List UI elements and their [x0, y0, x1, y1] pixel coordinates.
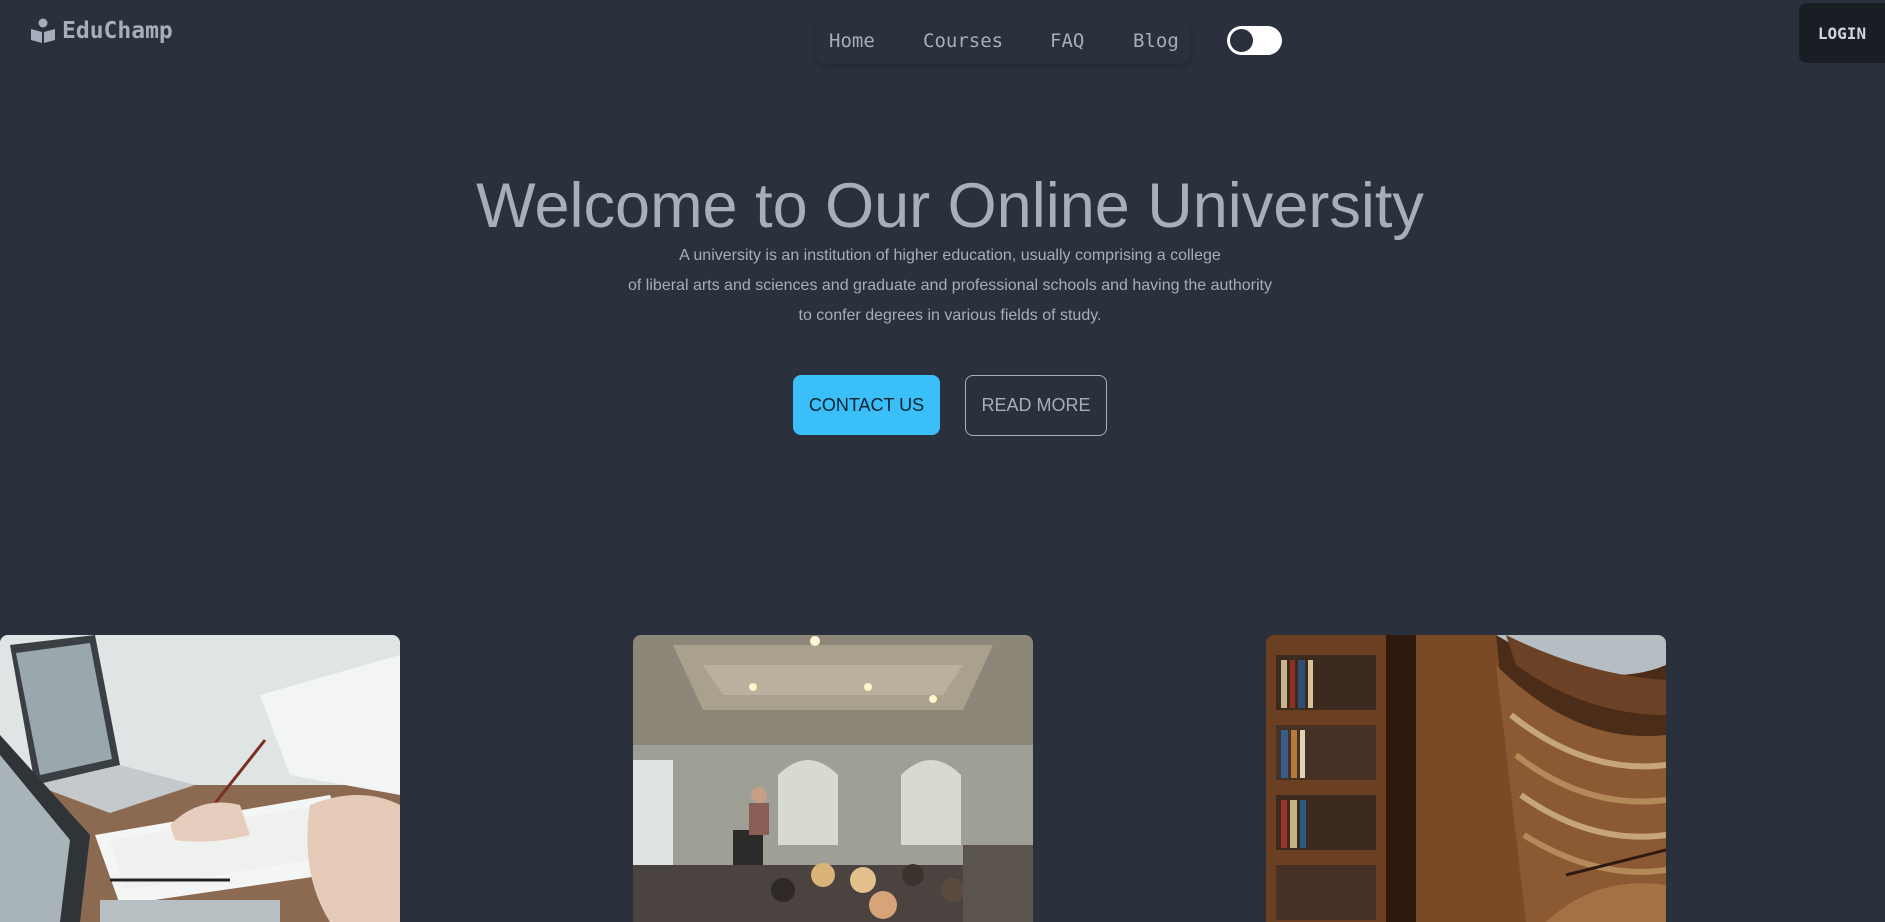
nav-home[interactable]: Home — [829, 28, 875, 54]
classroom-lecture-photo — [633, 635, 1033, 922]
nav-faq[interactable]: FAQ — [1050, 28, 1084, 54]
hero-description: A university is an institution of higher… — [0, 241, 1885, 331]
theme-toggle[interactable] — [1227, 26, 1282, 55]
toggle-knob — [1230, 29, 1253, 52]
read-more-button[interactable]: READ MORE — [965, 375, 1107, 436]
main-nav: Home Courses FAQ Blog — [816, 20, 1190, 64]
hero-title: Welcome to Our Online University — [476, 171, 1424, 241]
hero-description-line: A university is an institution of higher… — [679, 247, 1221, 264]
book-reader-icon — [31, 18, 55, 43]
laptop-and-paperwork-photo — [0, 635, 400, 922]
top-navbar: EduChamp Home Courses FAQ Blog LOGIN — [0, 0, 1885, 80]
brand-name: EduChamp — [62, 18, 173, 44]
login-button[interactable]: LOGIN — [1799, 3, 1885, 63]
nav-courses[interactable]: Courses — [923, 28, 1003, 54]
library-bookshelves-photo — [1266, 635, 1666, 922]
hero-description-line: to confer degrees in various fields of s… — [798, 307, 1102, 324]
contact-us-button[interactable]: CONTACT US — [793, 375, 940, 435]
nav-blog[interactable]: Blog — [1133, 28, 1179, 54]
hero-description-line: of liberal arts and sciences and graduat… — [628, 277, 1272, 294]
brand-logo[interactable]: EduChamp — [30, 18, 173, 44]
